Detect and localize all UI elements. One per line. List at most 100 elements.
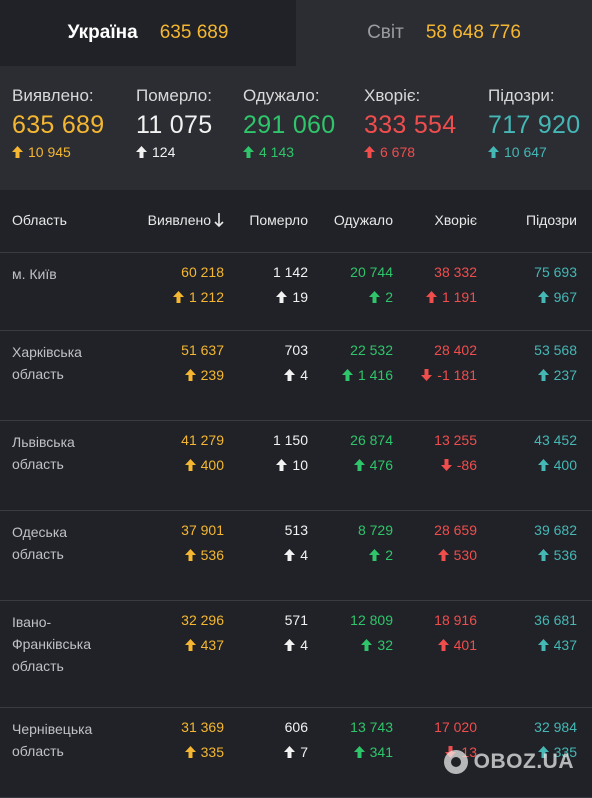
summary-panel: Виявлено: 635 689 10 945 Померло: 11 075 124 О… [0,66,592,190]
oboz-logo-icon [443,750,468,774]
cell-delta: 10 [273,456,308,474]
cell-sick: 13 255 -86 [434,431,477,474]
cell-delta-value: 239 [200,367,224,383]
stat-value: 717 920 [488,111,581,139]
table-row[interactable]: Львівська область 41 279 400 1 150 10 26 874 4… [0,421,592,511]
cell-delta: 237 [534,366,577,384]
header-deaths[interactable]: Померло [249,212,308,228]
cell-value: 41 279 [181,432,224,448]
arrow-up-icon [537,639,549,651]
cell-delta-value: 32 [377,637,393,653]
arrow-up-icon [136,146,147,158]
arrow-up-icon [184,746,196,758]
cell-delta: 4 [284,636,308,654]
watermark: OBOZ.UA [443,750,574,774]
table-row[interactable]: Одеська область 37 901 536 513 4 8 729 2 28 659… [0,511,592,601]
cell-suspected: 39 682 536 [534,521,577,564]
cell-value: 20 744 [350,264,393,280]
cell-value: 31 369 [181,719,224,735]
cell-delta-value: 19 [292,289,308,305]
cell-delta: 239 [181,366,224,384]
region-name: Чернівецька область [12,721,93,759]
stat-delta: 4 143 [243,144,335,160]
arrow-up-icon [276,291,288,303]
cell-delta-value: 4 [300,367,308,383]
region-name: Івано-Франківська область [12,614,91,674]
header-suspected[interactable]: Підозри [526,212,577,228]
cell-delta: 32 [350,636,393,654]
stat-delta: 10 945 [12,144,104,160]
cell-suspected: 53 568 237 [534,341,577,384]
cell-delta: 536 [181,546,224,564]
stat-value: 291 060 [243,111,336,139]
cell-value: 26 874 [350,432,393,448]
cell-delta: 7 [284,743,308,761]
cell-recovered: 20 744 2 [350,263,393,306]
cell-delta-value: 530 [453,547,477,563]
region-name: Львівська область [12,434,75,472]
cell-value: 32 984 [534,719,577,735]
cell-suspected: 43 452 400 [534,431,577,474]
arrow-up-icon [437,549,449,561]
cell-value: 1 150 [272,432,308,448]
cell-delta: 967 [534,288,577,306]
cell-delta-value: 237 [553,367,577,383]
cell-delta: 530 [434,546,477,564]
cell-confirmed: 51 637 239 [181,341,224,384]
cell-value: 60 218 [181,264,224,280]
region-name: Одеська область [12,524,68,562]
arrow-up-icon [537,369,549,381]
arrow-up-icon [184,639,196,651]
cell-sick: 28 402 -1 181 [421,341,477,384]
cell-delta-value: 1 212 [188,289,224,305]
cell-value: 32 296 [181,612,224,628]
stat-value: 11 075 [136,111,213,139]
cell-value: 37 901 [181,522,224,538]
stat-delta-value: 4 143 [259,144,295,160]
arrow-up-icon [353,746,365,758]
table-row[interactable]: Івано-Франківська область 32 296 437 571 4 12… [0,601,592,708]
cell-delta-value: 400 [553,457,577,473]
tab-label: Україна [67,22,138,43]
cell-delta: 400 [181,456,224,474]
arrow-up-icon [341,369,353,381]
cell-value: 38 332 [434,264,477,280]
table-row[interactable]: Харківська область 51 637 239 703 4 22 532 1 4… [0,331,592,421]
cell-value: 43 452 [534,432,577,448]
tab-ukraine[interactable]: Україна 635 689 [0,0,296,66]
header-recovered[interactable]: Одужало [334,212,393,228]
cell-delta-value: 7 [300,744,308,760]
table-row[interactable]: м. Київ 60 218 1 212 1 142 19 20 744 2 38 332 1 … [0,253,592,331]
arrow-up-icon [364,146,375,158]
cell-delta-value: 1 191 [441,289,477,305]
arrow-up-icon [284,746,296,758]
cell-delta-value: -1 181 [437,367,477,383]
arrow-up-icon [276,459,288,471]
cell-value: 75 693 [534,264,577,280]
cell-recovered: 22 532 1 416 [341,341,393,384]
cell-value: 22 532 [350,342,393,358]
cell-value: 606 [284,719,308,735]
header-region[interactable]: Область [12,212,67,228]
arrow-up-icon [243,146,254,158]
arrow-up-icon [284,639,296,651]
tab-value: 635 689 [159,22,229,43]
cell-delta: 2 [358,546,393,564]
header-confirmed[interactable]: Виявлено [148,212,224,228]
cell-delta-value: 4 [300,637,308,653]
cell-confirmed: 32 296 437 [181,611,224,654]
cell-value: 513 [284,522,308,538]
cell-delta: 400 [534,456,577,474]
cell-delta: 335 [181,743,224,761]
arrow-down-icon [421,369,433,381]
cell-delta: 1 416 [341,366,393,384]
stat-suspected: Підозри: 717 920 10 647 [488,86,580,160]
arrow-up-icon [12,146,23,158]
region-name: Харківська область [12,344,82,382]
tab-world[interactable]: Світ 58 648 776 [296,0,592,66]
header-sick[interactable]: Хворіє [435,212,477,228]
cell-delta-value: 2 [385,289,393,305]
cell-value: 18 916 [434,612,477,628]
cell-sick: 18 916 401 [434,611,477,654]
cell-value: 12 809 [350,612,393,628]
